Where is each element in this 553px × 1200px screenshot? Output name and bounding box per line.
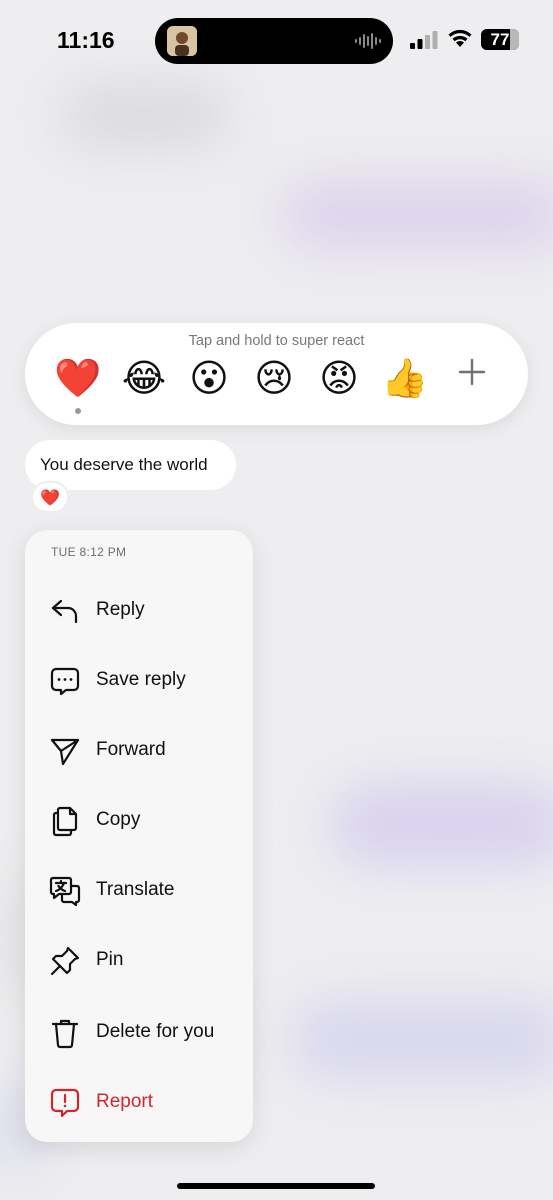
blurred-background bbox=[330, 785, 553, 865]
menu-item-save-reply[interactable]: Save reply bbox=[25, 650, 253, 710]
menu-label: Forward bbox=[96, 739, 166, 760]
message-context-menu: TUE 8:12 PM Reply Save reply Forward Cop… bbox=[25, 530, 253, 1142]
battery-level: 77 bbox=[490, 30, 510, 49]
menu-label: Report bbox=[96, 1091, 154, 1112]
menu-item-delete-for-you[interactable]: Delete for you bbox=[25, 1002, 253, 1062]
trash-icon bbox=[51, 1019, 79, 1049]
audio-wave-icon bbox=[355, 33, 381, 49]
menu-item-pin[interactable]: Pin bbox=[25, 930, 253, 990]
reply-icon bbox=[51, 599, 78, 624]
now-playing-artwork bbox=[167, 26, 197, 56]
dynamic-island[interactable] bbox=[155, 18, 393, 64]
copy-icon bbox=[52, 806, 78, 837]
message-timestamp: TUE 8:12 PM bbox=[51, 545, 127, 559]
message-reaction-badge[interactable]: ❤️ bbox=[31, 481, 69, 513]
heart-reaction-icon: ❤️ bbox=[40, 487, 60, 507]
menu-item-forward[interactable]: Forward bbox=[25, 720, 253, 780]
blurred-background bbox=[290, 1000, 553, 1080]
wifi-icon bbox=[448, 29, 472, 47]
status-bar: 11:16 77 bbox=[0, 0, 553, 80]
menu-item-report[interactable]: Report bbox=[25, 1072, 253, 1132]
blurred-background bbox=[60, 85, 230, 145]
forward-icon bbox=[50, 738, 80, 766]
menu-label: Translate bbox=[96, 879, 175, 900]
reaction-red-heart[interactable]: ❤️ bbox=[50, 353, 106, 403]
translate-icon bbox=[49, 876, 81, 907]
menu-label: Save reply bbox=[96, 669, 186, 690]
menu-item-translate[interactable]: Translate bbox=[25, 860, 253, 920]
cellular-signal-icon bbox=[410, 31, 438, 49]
selected-reaction-indicator bbox=[75, 408, 81, 414]
menu-item-copy[interactable]: Copy bbox=[25, 790, 253, 850]
reaction-thumbs-up[interactable]: 👍 bbox=[377, 353, 433, 403]
pin-icon bbox=[50, 946, 80, 976]
blurred-background bbox=[280, 180, 553, 250]
menu-label: Copy bbox=[96, 809, 141, 830]
status-time: 11:16 bbox=[57, 27, 115, 53]
reaction-face-with-open-mouth[interactable]: 😮 bbox=[181, 353, 237, 403]
reaction-face-with-tears-of-joy[interactable]: 😂 bbox=[116, 353, 172, 403]
report-icon bbox=[50, 1088, 80, 1118]
menu-label: Delete for you bbox=[96, 1021, 215, 1042]
message-text: You deserve the world bbox=[40, 455, 208, 474]
super-react-hint: Tap and hold to super react bbox=[188, 333, 365, 349]
home-indicator[interactable] bbox=[177, 1183, 375, 1189]
reaction-crying-face[interactable]: 😢 bbox=[246, 353, 302, 403]
menu-item-reply[interactable]: Reply bbox=[25, 580, 253, 640]
reaction-angry-face[interactable]: 😡 bbox=[311, 353, 367, 403]
save-reply-icon bbox=[50, 667, 80, 696]
menu-label: Reply bbox=[96, 599, 145, 620]
battery-indicator: 77 bbox=[481, 29, 519, 50]
plus-icon[interactable] bbox=[452, 352, 492, 392]
menu-label: Pin bbox=[96, 949, 124, 970]
